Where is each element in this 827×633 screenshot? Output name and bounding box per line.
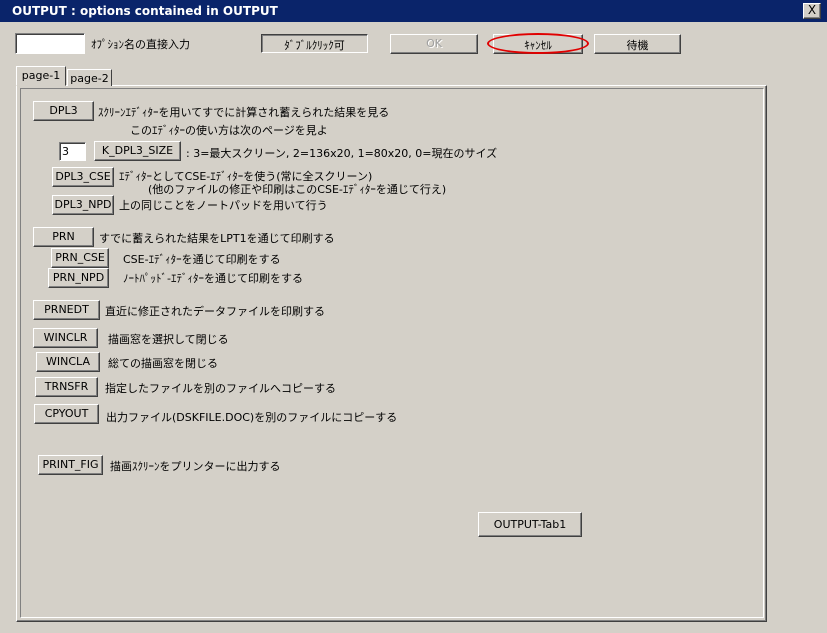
winclr-button[interactable]: WINCLR bbox=[33, 328, 98, 348]
tab-page-1[interactable]: page-1 bbox=[16, 66, 66, 86]
wincla-button[interactable]: WINCLA bbox=[36, 352, 100, 372]
print-fig-description: 描画ｽｸﾘｰﾝをプリンターに出力する bbox=[110, 460, 281, 473]
wait-button[interactable]: 待機 bbox=[594, 34, 681, 54]
k-dpl3-size-input[interactable] bbox=[59, 142, 86, 161]
dpl3-cse-button[interactable]: DPL3_CSE bbox=[52, 167, 114, 187]
direct-input-field[interactable] bbox=[15, 33, 85, 54]
cpyout-description: 出力ファイル(DSKFILE.DOC)を別のファイルにコピーする bbox=[106, 411, 398, 424]
winclr-description: 描画窓を選択して閉じる bbox=[108, 333, 229, 346]
cpyout-button[interactable]: CPYOUT bbox=[34, 404, 99, 424]
doubleclick-indicator: ﾀﾞﾌﾞﾙｸﾘｯｸ可 bbox=[261, 34, 368, 53]
direct-input-label: ｵﾌﾟｼｮﾝ名の直接入力 bbox=[91, 38, 190, 51]
dpl3-cse-description-note: (他のファイルの修正や印刷はこのCSE-ｴﾃﾞｨﾀｰを通じて行え) bbox=[148, 183, 447, 196]
cancel-button[interactable]: ｷｬﾝｾﾙ bbox=[493, 34, 583, 54]
tab-page-2[interactable]: page-2 bbox=[67, 69, 112, 86]
close-button[interactable]: X bbox=[803, 3, 821, 19]
prn-button[interactable]: PRN bbox=[33, 227, 94, 247]
trnsfr-button[interactable]: TRNSFR bbox=[35, 377, 98, 397]
output-tab1-button[interactable]: OUTPUT-Tab1 bbox=[478, 512, 582, 537]
trnsfr-description: 指定したファイルを別のファイルへコピーする bbox=[105, 382, 336, 395]
k-dpl3-size-button[interactable]: K_DPL3_SIZE bbox=[94, 141, 181, 161]
k-dpl3-size-description: : 3=最大スクリーン, 2=136x20, 1=80x20, 0=現在のサイズ bbox=[186, 147, 498, 160]
dpl3-description: ｽｸﾘｰﾝｴﾃﾞｨﾀｰを用いてすでに計算され蓄えられた結果を見る bbox=[98, 106, 390, 119]
prnedt-button[interactable]: PRNEDT bbox=[33, 300, 100, 320]
ok-button[interactable]: OK bbox=[390, 34, 478, 54]
window-title: OUTPUT : options contained in OUTPUT bbox=[0, 0, 827, 22]
prn-cse-description: CSE-ｴﾃﾞｨﾀｰを通じて印刷をする bbox=[123, 253, 281, 266]
prn-cse-button[interactable]: PRN_CSE bbox=[51, 248, 109, 268]
dpl3-description-note: このｴﾃﾞｨﾀｰの使い方は次のページを見よ bbox=[130, 124, 328, 137]
dpl3-button[interactable]: DPL3 bbox=[33, 101, 94, 121]
dpl3-npd-description: 上の同じことをノートパッドを用いて行う bbox=[119, 199, 328, 212]
prnedt-description: 直近に修正されたデータファイルを印刷する bbox=[105, 305, 325, 318]
prn-description: すでに蓄えられた結果をLPT1を通じて印刷する bbox=[99, 232, 335, 245]
wincla-description: 総ての描画窓を閉じる bbox=[108, 357, 218, 370]
prn-npd-description: ﾉｰﾄﾊﾟｯﾄﾞ-ｴﾃﾞｨﾀｰを通じて印刷をする bbox=[123, 272, 303, 285]
print-fig-button[interactable]: PRINT_FIG bbox=[38, 455, 103, 475]
dpl3-npd-button[interactable]: DPL3_NPD bbox=[52, 195, 114, 215]
prn-npd-button[interactable]: PRN_NPD bbox=[48, 268, 109, 288]
